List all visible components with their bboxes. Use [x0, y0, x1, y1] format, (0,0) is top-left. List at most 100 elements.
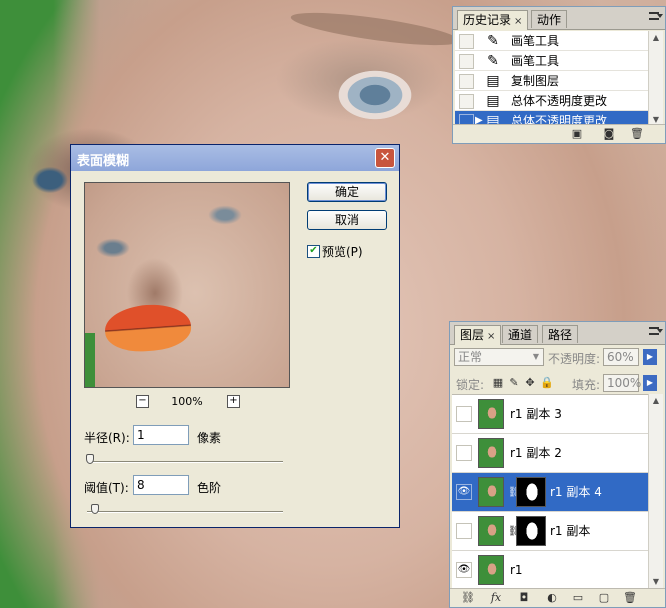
threshold-slider-track[interactable]: [87, 511, 283, 513]
lock-pixels-icon[interactable]: ✎: [508, 377, 520, 389]
layer-row[interactable]: ⛓ r1 副本: [452, 512, 649, 551]
tab-history[interactable]: 历史记录 ×: [457, 10, 529, 30]
eye-icon[interactable]: 👁: [456, 562, 472, 578]
layer-thumbnail: [478, 399, 504, 429]
preview-checkbox[interactable]: ✔: [307, 245, 320, 258]
tab-actions-label: 动作: [537, 13, 562, 27]
lock-position-icon[interactable]: ✥: [524, 377, 536, 389]
history-item[interactable]: ▤ 复制图层: [455, 71, 649, 91]
chevron-down-icon: ▼: [532, 352, 540, 361]
lock-transparent-icon[interactable]: ▦: [492, 377, 504, 389]
close-icon[interactable]: ×: [514, 16, 522, 27]
lock-all-icon[interactable]: 🔒: [540, 377, 554, 389]
link-icon[interactable]: ⛓: [460, 591, 476, 605]
folder-icon[interactable]: ▭: [570, 591, 586, 605]
new-layer-icon[interactable]: ▢: [596, 591, 612, 605]
layer-row-selected[interactable]: 👁 ⛓ r1 副本 4: [452, 473, 649, 512]
layer-name: r1 副本 4: [550, 485, 602, 499]
layer-name: r1: [510, 563, 523, 577]
zoom-in-icon[interactable]: +: [227, 395, 240, 408]
tab-layers[interactable]: 图层 ×: [454, 325, 502, 345]
history-source-checkbox[interactable]: [459, 94, 474, 109]
lock-label: 锁定:: [456, 378, 485, 392]
document-icon: ▤: [486, 73, 500, 89]
zoom-controls: − 100% +: [84, 394, 290, 410]
radius-slider-thumb[interactable]: [86, 454, 94, 464]
threshold-input[interactable]: 8: [133, 475, 189, 495]
layer-name: r1 副本 2: [510, 446, 562, 460]
panel-menu-icon[interactable]: [649, 327, 663, 335]
ok-button[interactable]: 确定: [307, 182, 387, 202]
blend-mode-select[interactable]: 正常 ▼: [454, 348, 544, 366]
visibility-toggle[interactable]: [456, 523, 472, 539]
filter-preview[interactable]: [84, 182, 290, 388]
opacity-slider-arrow-icon[interactable]: ▶: [643, 349, 657, 365]
layers-tabs: 图层 × 通道 路径: [450, 322, 665, 345]
threshold-unit: 色阶: [197, 481, 222, 495]
eye-icon[interactable]: 👁: [456, 484, 472, 500]
scroll-up-icon[interactable]: ▲: [649, 31, 663, 45]
scroll-up-icon[interactable]: ▲: [649, 394, 663, 408]
fill-input[interactable]: 100%: [603, 374, 641, 392]
surface-blur-dialog: 表面模糊 ✕ − 100% + 确定 取消 ✔ 预览(P) 半径(R): 1 像…: [70, 144, 400, 528]
tab-layers-label: 图层: [460, 328, 485, 342]
adjustment-layer-icon[interactable]: ◐: [544, 591, 560, 605]
layer-list: r1 副本 3 r1 副本 2 👁 ⛓ r1 副本 4 ⛓ r1 副本 👁 r1: [452, 394, 649, 590]
panel-menu-icon[interactable]: [649, 12, 663, 20]
tab-actions[interactable]: 动作: [531, 10, 568, 28]
history-scrollbar[interactable]: ▲ ▼: [648, 31, 663, 127]
layer-row[interactable]: 👁 r1: [452, 551, 649, 590]
fx-icon[interactable]: fx: [488, 591, 504, 605]
layers-scrollbar[interactable]: ▲ ▼: [648, 394, 663, 589]
blend-row: 正常 ▼ 不透明度: 60% ▶: [450, 346, 665, 368]
visibility-toggle[interactable]: [456, 406, 472, 422]
layer-mask-thumbnail[interactable]: [516, 477, 546, 507]
layer-name: r1 副本: [550, 524, 591, 538]
tab-channels[interactable]: 通道: [502, 325, 539, 343]
history-list: ✎ 画笔工具 ✎ 画笔工具 ▤ 复制图层 ▤ 总体不透明度更改 ▶ ▤ 总体不透…: [455, 31, 649, 131]
tab-channels-label: 通道: [508, 328, 533, 342]
history-item[interactable]: ▤ 总体不透明度更改: [455, 91, 649, 111]
layer-mask-thumbnail[interactable]: [516, 516, 546, 546]
document-icon: ▤: [486, 93, 500, 109]
layer-thumbnail: [478, 438, 504, 468]
preview-lips: [103, 302, 193, 354]
history-item-label: 画笔工具: [511, 54, 560, 68]
cancel-button[interactable]: 取消: [307, 210, 387, 230]
history-item-label: 画笔工具: [511, 34, 560, 48]
scroll-down-icon[interactable]: ▼: [649, 575, 663, 589]
history-item[interactable]: ✎ 画笔工具: [455, 31, 649, 51]
history-source-checkbox[interactable]: [459, 74, 474, 89]
close-icon[interactable]: ×: [487, 331, 495, 342]
threshold-label: 阈值(T):: [84, 481, 129, 495]
close-button[interactable]: ✕: [375, 148, 395, 168]
trash-icon[interactable]: 🗑: [622, 591, 638, 605]
layer-thumbnail: [478, 555, 504, 585]
lock-row: 锁定: ▦ ✎ ✥ 🔒 填充: 100% ▶: [450, 372, 665, 394]
preview-green-background: [85, 333, 95, 387]
radius-unit: 像素: [197, 431, 222, 445]
tab-paths[interactable]: 路径: [542, 325, 579, 343]
camera-icon[interactable]: ◙: [601, 127, 617, 141]
brush-icon: ✎: [487, 33, 499, 49]
trash-icon[interactable]: 🗑: [629, 127, 645, 141]
add-mask-icon[interactable]: ◘: [516, 591, 532, 605]
history-source-checkbox[interactable]: [459, 54, 474, 69]
history-source-checkbox[interactable]: [459, 34, 474, 49]
radius-slider-track[interactable]: [87, 461, 283, 463]
history-item-label: 复制图层: [511, 74, 560, 88]
layer-name: r1 副本 3: [510, 407, 562, 421]
dialog-titlebar[interactable]: 表面模糊 ✕: [71, 145, 399, 171]
radius-input[interactable]: 1: [133, 425, 189, 445]
history-item-label: 总体不透明度更改: [511, 94, 608, 108]
threshold-slider-thumb[interactable]: [91, 504, 99, 514]
layer-row[interactable]: r1 副本 2: [452, 434, 649, 473]
layer-row[interactable]: r1 副本 3: [452, 395, 649, 434]
history-item[interactable]: ✎ 画笔工具: [455, 51, 649, 71]
opacity-label: 不透明度:: [548, 352, 601, 366]
fill-slider-arrow-icon[interactable]: ▶: [643, 375, 657, 391]
new-document-from-state-icon[interactable]: ▣: [569, 127, 585, 141]
visibility-toggle[interactable]: [456, 445, 472, 461]
layer-thumbnail: [478, 477, 504, 507]
opacity-input[interactable]: 60%: [603, 348, 639, 366]
